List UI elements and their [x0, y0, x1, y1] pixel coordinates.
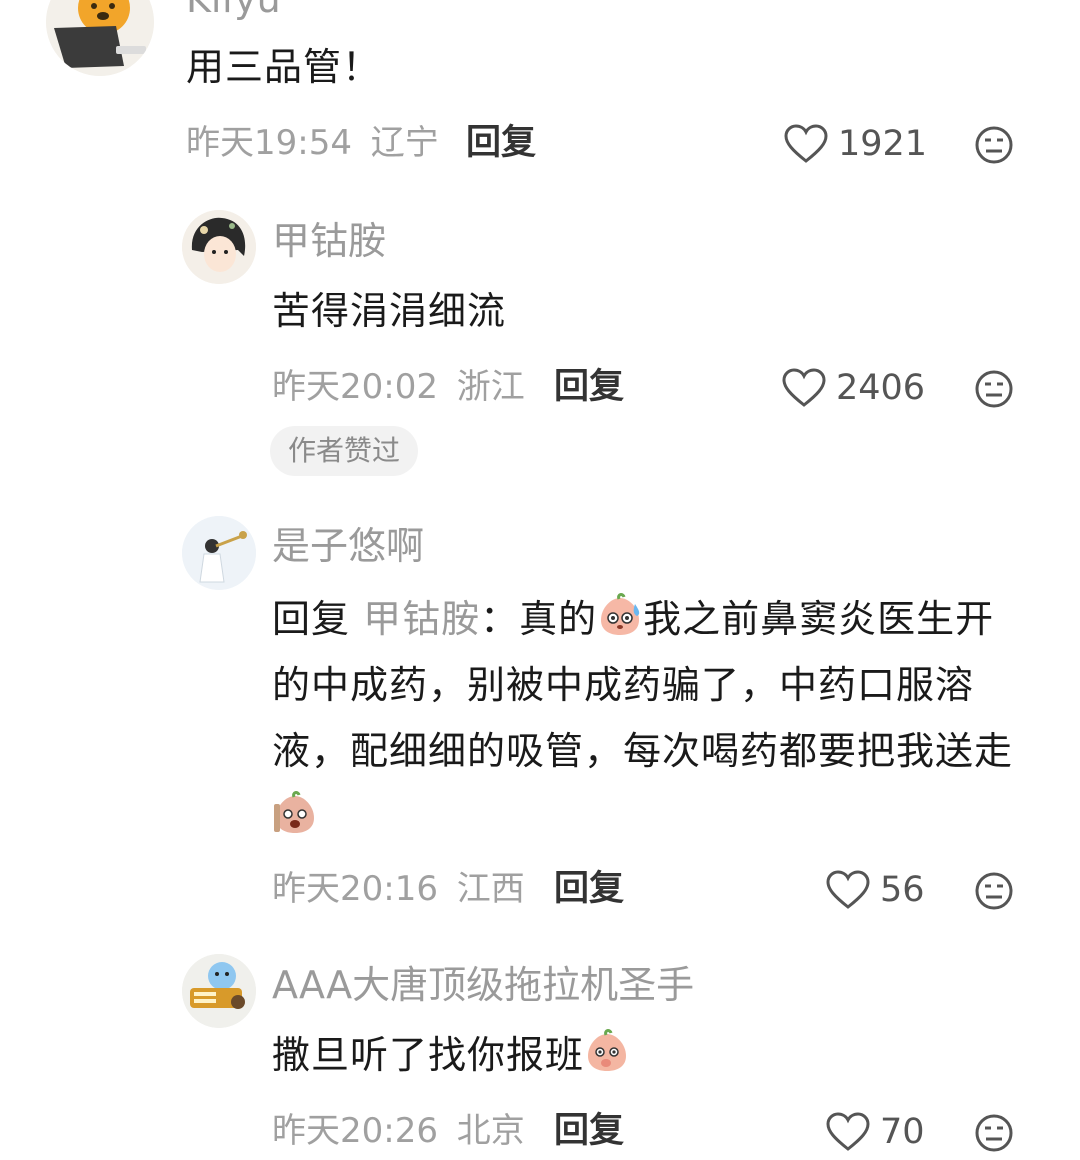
comment-text-content: 撒旦听了找你报班	[272, 1033, 585, 1077]
like-count: 2406	[836, 367, 926, 408]
anime-girl-avatar-icon	[182, 210, 256, 284]
heart-outline-icon	[826, 870, 870, 909]
like-button[interactable]: 1921	[784, 124, 927, 164]
comment-text: 撒旦听了找你报班	[272, 1022, 630, 1088]
like-button[interactable]: 2406	[782, 368, 925, 408]
heart-outline-icon	[782, 368, 826, 407]
avatar[interactable]	[182, 516, 256, 590]
like-button[interactable]: 70	[826, 1112, 925, 1152]
reply-button[interactable]: 回复	[554, 370, 624, 405]
author-liked-badge: 作者赞过	[270, 426, 419, 476]
username[interactable]: 是子悠啊	[272, 527, 424, 565]
comment-text: 用三品管！	[186, 45, 382, 89]
comment-time: 昨天20:16	[272, 869, 438, 909]
comment-text: 回复 甲钴胺：真的 我之前鼻窦炎医生开的中成药，别被中成药骗了，中药口服溶液，配…	[272, 586, 1032, 850]
comment-meta: 昨天19:54 辽宁	[186, 126, 439, 160]
reply-prefix: 回复	[272, 597, 364, 641]
reply-button[interactable]: 回复	[466, 126, 536, 161]
meh-face-icon[interactable]	[974, 125, 1014, 165]
avatar[interactable]	[46, 0, 154, 76]
like-count: 70	[880, 1111, 925, 1152]
crying-peach-emoji-icon	[274, 791, 314, 833]
comment-time: 昨天20:26	[272, 1111, 438, 1151]
comment-region: 北京	[456, 1111, 525, 1151]
avatar[interactable]	[182, 954, 256, 1028]
comment-meta: 昨天20:26 北京	[272, 1114, 525, 1148]
reply-button[interactable]: 回复	[554, 872, 624, 907]
like-count: 1921	[838, 123, 928, 164]
comment-region: 辽宁	[370, 123, 439, 163]
cartoon-tractor-avatar-icon	[182, 954, 256, 1028]
like-button[interactable]: 56	[826, 870, 925, 910]
meh-face-icon[interactable]	[974, 871, 1014, 911]
username[interactable]: 甲钴胺	[272, 222, 386, 260]
username[interactable]: Kifyu	[186, 0, 281, 18]
avatar[interactable]	[182, 210, 256, 284]
comment-text: 苦得涓涓细流	[272, 289, 507, 333]
reply-button[interactable]: 回复	[554, 1114, 624, 1149]
username[interactable]: AAA大唐顶级拖拉机圣手	[272, 966, 694, 1004]
like-count: 56	[880, 869, 925, 910]
comment-region: 江西	[456, 869, 525, 909]
comment-text-part1: 真的	[519, 597, 598, 641]
girl-trumpet-avatar-icon	[182, 516, 256, 590]
reply-target-username[interactable]: 甲钴胺	[363, 597, 480, 641]
reply-colon: ：	[480, 597, 520, 641]
comment-time: 昨天19:54	[186, 123, 352, 163]
heart-outline-icon	[784, 124, 828, 163]
heart-outline-icon	[826, 1112, 870, 1151]
comment-region: 浙江	[456, 367, 525, 407]
comment-meta: 昨天20:16 江西	[272, 872, 525, 906]
meh-face-icon[interactable]	[974, 369, 1014, 409]
dog-laptop-avatar-icon	[46, 0, 154, 76]
shy-peach-emoji-icon	[588, 1029, 627, 1071]
comment-meta: 昨天20:02 浙江	[272, 370, 525, 404]
comment-time: 昨天20:02	[272, 367, 438, 407]
sweat-peach-emoji-icon	[601, 593, 640, 635]
meh-face-icon[interactable]	[974, 1113, 1014, 1153]
